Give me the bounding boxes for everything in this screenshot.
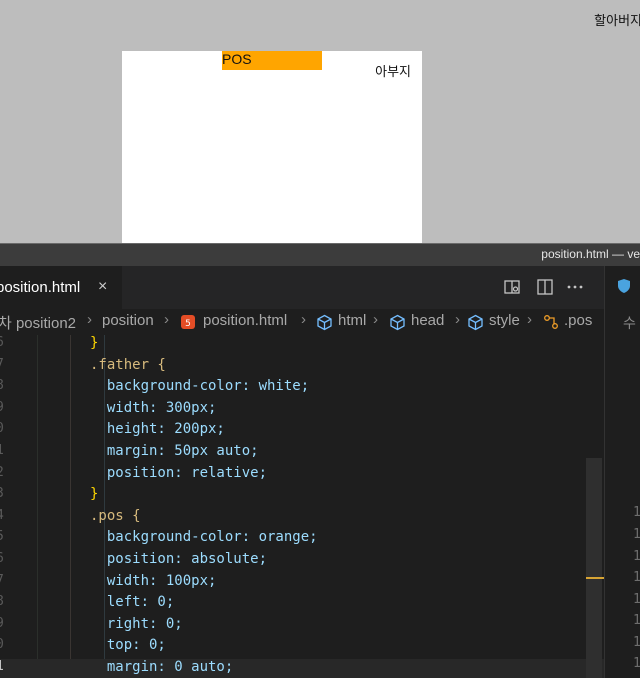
line-number: 1 bbox=[633, 592, 640, 607]
code-text: right: 0; bbox=[90, 615, 183, 632]
chevron-right-icon: › bbox=[527, 311, 532, 328]
tab-position-html[interactable]: position.html × bbox=[0, 266, 122, 310]
breadcrumb-item-pos[interactable]: .pos bbox=[564, 312, 592, 329]
code-text: top: 0; bbox=[90, 637, 166, 654]
code-text: height: 200px; bbox=[90, 421, 225, 438]
tab-label: position.html bbox=[0, 279, 81, 296]
chevron-right-icon: › bbox=[164, 311, 169, 328]
line-number: 6 bbox=[0, 335, 8, 350]
code-text: left: 0; bbox=[90, 594, 175, 611]
father-label: 아부지 bbox=[375, 64, 411, 79]
chevron-right-icon: › bbox=[373, 311, 378, 328]
line-number: 7 bbox=[0, 573, 8, 588]
right-pane-tab[interactable] bbox=[604, 266, 640, 309]
cube-icon bbox=[467, 314, 484, 335]
line-number: 3 bbox=[0, 486, 8, 501]
code-text: position: relative; bbox=[90, 464, 268, 481]
father-box: POS 아부지 bbox=[122, 51, 422, 243]
code-line: 9 width: 300px; bbox=[0, 400, 604, 422]
right-pane-header: 수 bbox=[623, 315, 636, 331]
line-number: 7 bbox=[0, 357, 8, 372]
scrollbar-marker bbox=[586, 577, 604, 579]
code-line: 0 top: 0; bbox=[0, 637, 604, 659]
line-number: 4 bbox=[0, 508, 8, 523]
code-text: width: 300px; bbox=[90, 399, 217, 416]
line-number: 9 bbox=[0, 400, 8, 415]
line-number: 1 bbox=[0, 443, 8, 458]
line-number: 0 bbox=[0, 421, 8, 436]
code-line: 6 position: absolute; bbox=[0, 551, 604, 573]
code-text: background-color: orange; bbox=[90, 529, 318, 546]
vscode-window: position.html — ve position.html × 차 pos… bbox=[0, 243, 640, 678]
code-text: margin: 50px auto; bbox=[90, 443, 259, 459]
cube-icon bbox=[389, 314, 406, 335]
breadcrumb-item-html[interactable]: html bbox=[338, 312, 366, 329]
code-line: 3 } bbox=[0, 486, 604, 508]
line-number: 9 bbox=[0, 616, 8, 631]
code-text: width: 100px; bbox=[90, 572, 217, 589]
cube-icon bbox=[316, 314, 333, 335]
line-number: 0 bbox=[0, 637, 8, 652]
code-line: 9 right: 0; bbox=[0, 616, 604, 638]
breadcrumb: 차 position2 › position › 5 position.html… bbox=[0, 309, 604, 335]
pos-box: POS bbox=[222, 51, 322, 70]
line-number: 1 bbox=[633, 656, 640, 671]
line-number: 8 bbox=[0, 594, 8, 609]
breadcrumb-item-head[interactable]: head bbox=[411, 312, 444, 329]
chevron-right-icon: › bbox=[455, 311, 460, 328]
code-text: margin: 0 auto; bbox=[90, 659, 234, 675]
code-line: 6 } bbox=[0, 335, 604, 357]
breadcrumb-item-folder[interactable]: 차 position2 bbox=[0, 312, 76, 333]
title-bar: position.html — ve bbox=[0, 243, 640, 266]
right-editor-pane: 수 1 1 1 1 1 1 1 1 bbox=[604, 309, 640, 678]
split-editor-icon[interactable] bbox=[536, 278, 554, 296]
code-line: 8 background-color: white; bbox=[0, 378, 604, 400]
code-line: 7 width: 100px; bbox=[0, 573, 604, 595]
code-line: 0 height: 200px; bbox=[0, 421, 604, 443]
code-text: } bbox=[90, 335, 99, 351]
line-number: 5 bbox=[0, 529, 8, 544]
close-icon[interactable]: × bbox=[98, 278, 107, 296]
breadcrumb-item-position[interactable]: position bbox=[102, 312, 154, 329]
code-text: .pos { bbox=[90, 507, 141, 524]
code-editor[interactable]: 6 } 7 .father { 8 background-color: whit… bbox=[0, 335, 604, 678]
code-text: background-color: white; bbox=[90, 378, 310, 395]
code-line: 7 .father { bbox=[0, 357, 604, 379]
code-text: .father { bbox=[90, 356, 166, 373]
code-line: 5 background-color: orange; bbox=[0, 529, 604, 551]
code-line: 2 position: relative; bbox=[0, 465, 604, 487]
line-number: 8 bbox=[0, 378, 8, 393]
code-line: 1 margin: 50px auto; bbox=[0, 443, 604, 465]
line-number: 1 bbox=[633, 635, 640, 650]
line-number: 1 bbox=[633, 527, 640, 542]
chevron-right-icon: › bbox=[87, 311, 92, 328]
line-number: 1 bbox=[633, 613, 640, 628]
window-title: position.html — ve bbox=[541, 247, 640, 261]
line-number: 6 bbox=[0, 551, 8, 566]
code-text: } bbox=[90, 486, 99, 503]
open-preview-icon[interactable] bbox=[503, 278, 521, 296]
breadcrumb-item-file[interactable]: position.html bbox=[203, 312, 287, 329]
grandpa-label: 할아버지 bbox=[594, 13, 640, 28]
vertical-scrollbar[interactable] bbox=[586, 458, 602, 678]
html-file-icon: 5 bbox=[180, 314, 196, 334]
line-number: 1 bbox=[633, 549, 640, 564]
tab-bar: position.html × bbox=[0, 266, 640, 310]
shield-icon bbox=[615, 278, 633, 296]
svg-text:5: 5 bbox=[185, 319, 191, 329]
line-number: 1 bbox=[633, 505, 640, 520]
code-line-current: 1 margin: 0 auto; bbox=[0, 659, 604, 678]
browser-preview: 할아버지 POS 아부지 bbox=[0, 0, 640, 243]
breadcrumb-item-style[interactable]: style bbox=[489, 312, 520, 329]
code-line: 8 left: 0; bbox=[0, 594, 604, 616]
code-line: 4 .pos { bbox=[0, 508, 604, 530]
line-number: 1 bbox=[633, 570, 640, 585]
chevron-right-icon: › bbox=[301, 311, 306, 328]
selector-icon bbox=[543, 314, 559, 334]
more-actions-icon[interactable] bbox=[566, 278, 584, 296]
code-text: position: absolute; bbox=[90, 551, 268, 567]
line-number: 2 bbox=[0, 465, 8, 480]
line-number: 1 bbox=[0, 659, 8, 674]
